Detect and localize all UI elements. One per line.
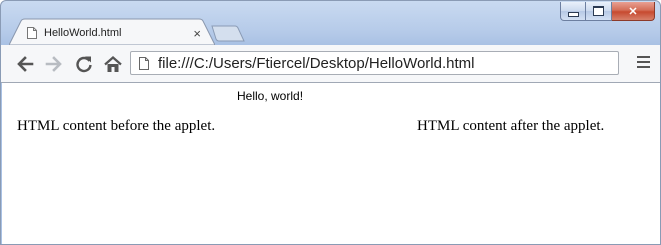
address-bar[interactable]: file:///C:/Users/Ftiercel/Desktop/HelloW… bbox=[130, 51, 619, 75]
close-icon: ✕ bbox=[628, 5, 638, 18]
page-icon bbox=[27, 27, 37, 39]
forward-arrow-icon bbox=[45, 56, 62, 72]
applet-output-text: Hello, world! bbox=[237, 89, 304, 103]
hamburger-menu-icon[interactable] bbox=[637, 56, 650, 69]
forward-button[interactable] bbox=[43, 53, 65, 75]
page-content: Hello, world! HTML content before the ap… bbox=[2, 83, 660, 244]
page-icon bbox=[139, 56, 149, 70]
address-url[interactable]: file:///C:/Users/Ftiercel/Desktop/HelloW… bbox=[158, 55, 474, 72]
tab-title: HelloWorld.html bbox=[44, 27, 122, 39]
new-tab-button[interactable] bbox=[211, 25, 245, 42]
reload-icon bbox=[76, 56, 92, 73]
html-content-after: HTML content after the applet. bbox=[417, 118, 605, 134]
home-button[interactable] bbox=[102, 53, 124, 75]
maximize-icon bbox=[593, 6, 604, 16]
back-arrow-icon bbox=[17, 56, 34, 72]
reload-button[interactable] bbox=[73, 53, 95, 75]
tab-helloworld[interactable]: HelloWorld.html × bbox=[17, 21, 209, 45]
html-content-before: HTML content before the applet. bbox=[17, 118, 216, 134]
tab-close-icon[interactable]: × bbox=[193, 27, 201, 40]
minimize-icon bbox=[567, 11, 579, 17]
back-button[interactable] bbox=[14, 53, 36, 75]
browser-window: ✕ HelloWorld.html × file:///C:/Users/Fti… bbox=[0, 0, 661, 245]
home-icon bbox=[104, 55, 122, 72]
browser-toolbar: file:///C:/Users/Ftiercel/Desktop/HelloW… bbox=[1, 45, 660, 83]
